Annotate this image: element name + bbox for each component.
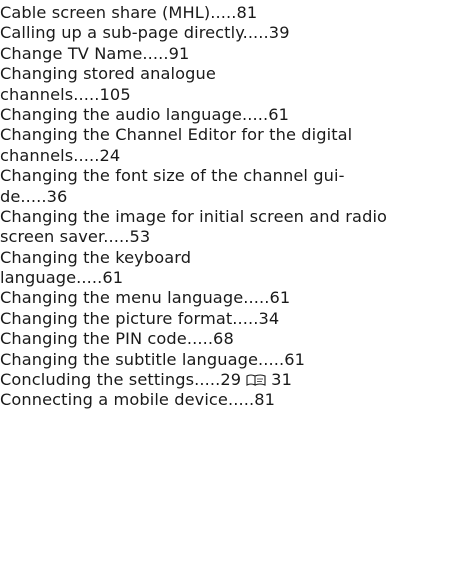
index-entry: Change TV Name.....91 <box>0 43 190 63</box>
index-entry: Changing the PIN code.....68 <box>0 329 234 349</box>
index-entry: channels.....105 <box>0 84 131 104</box>
index-entry: Connecting a mobile device.....81 <box>0 390 276 410</box>
index-entry: screen saver.....53 <box>0 227 151 247</box>
index-entry: Changing the menu language.....61 <box>0 288 291 308</box>
index-entry: Changing the picture format.....34 <box>0 308 280 328</box>
index-list: Cable screen share (MHL).....81 Calling … <box>0 3 450 411</box>
index-entry: Changing the image for initial screen an… <box>0 206 388 226</box>
book-page-icon <box>246 374 266 386</box>
index-entry: Changing the keyboard <box>0 247 192 267</box>
index-entry: language.....61 <box>0 268 124 288</box>
index-entry: Cable screen share (MHL).....81 <box>0 3 258 22</box>
index-entry: channels.....24 <box>0 145 121 165</box>
index-entry-text: Concluding the settings.....29 <box>0 370 242 390</box>
index-entry-extra-page: 31 <box>271 370 292 390</box>
index-entry: Changing the subtitle language.....61 <box>0 349 306 369</box>
index-entry: de.....36 <box>0 186 68 206</box>
index-entry: Changing the audio language.....61 <box>0 104 289 124</box>
index-entry: Changing the Channel Editor for the digi… <box>0 125 353 145</box>
index-entry: Calling up a sub-page directly.....39 <box>0 23 290 43</box>
index-entry: Changing the font size of the channel gu… <box>0 166 345 186</box>
index-entry: Changing stored analogue <box>0 64 216 84</box>
index-entry-concluding: Concluding the settings.....29 31 <box>0 370 450 390</box>
